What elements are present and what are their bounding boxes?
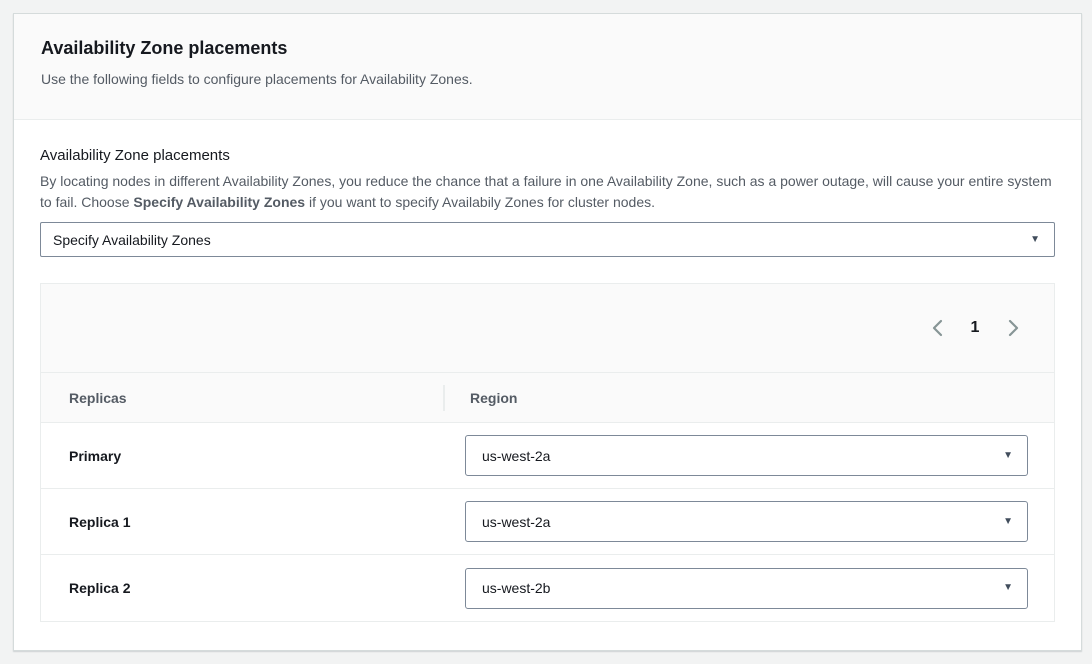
current-page-button[interactable]: 1 — [962, 315, 988, 341]
panel-title: Availability Zone placements — [41, 35, 1054, 61]
table-row-replica-2: Replica 2 us-west-2b ▼ — [41, 555, 1054, 621]
az-placement-field: Availability Zone placements By locating… — [40, 146, 1055, 257]
replicas-table: 1 Replicas Region Primary us-w — [40, 283, 1055, 622]
region-select-replica-1[interactable]: us-west-2a ▼ — [465, 501, 1028, 542]
column-divider — [443, 385, 445, 411]
chevron-left-icon — [931, 319, 944, 337]
replica-name: Replica 2 — [41, 580, 443, 596]
previous-page-button[interactable] — [924, 315, 950, 341]
region-cell: us-west-2b ▼ — [443, 568, 1054, 609]
panel-body: Availability Zone placements By locating… — [14, 120, 1081, 646]
chevron-right-icon — [1007, 319, 1020, 337]
field-description-tail: if you want to specify Availabily Zones … — [305, 194, 655, 210]
region-select-replica-2[interactable]: us-west-2b ▼ — [465, 568, 1028, 609]
table-row-primary: Primary us-west-2a ▼ — [41, 423, 1054, 489]
column-header-region: Region — [443, 385, 1054, 411]
az-placement-select-value: Specify Availability Zones — [53, 232, 211, 248]
panel-subtitle: Use the following fields to configure pl… — [41, 69, 1054, 89]
az-placement-select[interactable]: Specify Availability Zones ▼ — [40, 222, 1055, 257]
field-label: Availability Zone placements — [40, 146, 1055, 166]
next-page-button[interactable] — [1000, 315, 1026, 341]
replica-name: Replica 1 — [41, 514, 443, 530]
region-select-value: us-west-2a — [482, 448, 550, 464]
caret-down-icon: ▼ — [1003, 451, 1013, 461]
column-header-region-label: Region — [470, 390, 517, 406]
region-select-value: us-west-2a — [482, 514, 550, 530]
caret-down-icon: ▼ — [1030, 235, 1040, 245]
caret-down-icon: ▼ — [1003, 517, 1013, 527]
field-description-bold: Specify Availability Zones — [133, 194, 305, 210]
availability-zone-placements-panel: Availability Zone placements Use the fol… — [13, 13, 1082, 651]
column-header-replicas: Replicas — [41, 390, 443, 406]
region-select-primary[interactable]: us-west-2a ▼ — [465, 435, 1028, 476]
field-description: By locating nodes in different Availabil… — [40, 171, 1055, 213]
table-row-replica-1: Replica 1 us-west-2a ▼ — [41, 489, 1054, 555]
region-select-value: us-west-2b — [482, 580, 550, 596]
caret-down-icon: ▼ — [1003, 583, 1013, 593]
region-cell: us-west-2a ▼ — [443, 435, 1054, 476]
panel-header: Availability Zone placements Use the fol… — [14, 14, 1081, 120]
table-header-row: Replicas Region — [41, 373, 1054, 423]
region-cell: us-west-2a ▼ — [443, 501, 1054, 542]
replica-name: Primary — [41, 448, 443, 464]
pagination: 1 — [41, 284, 1054, 373]
